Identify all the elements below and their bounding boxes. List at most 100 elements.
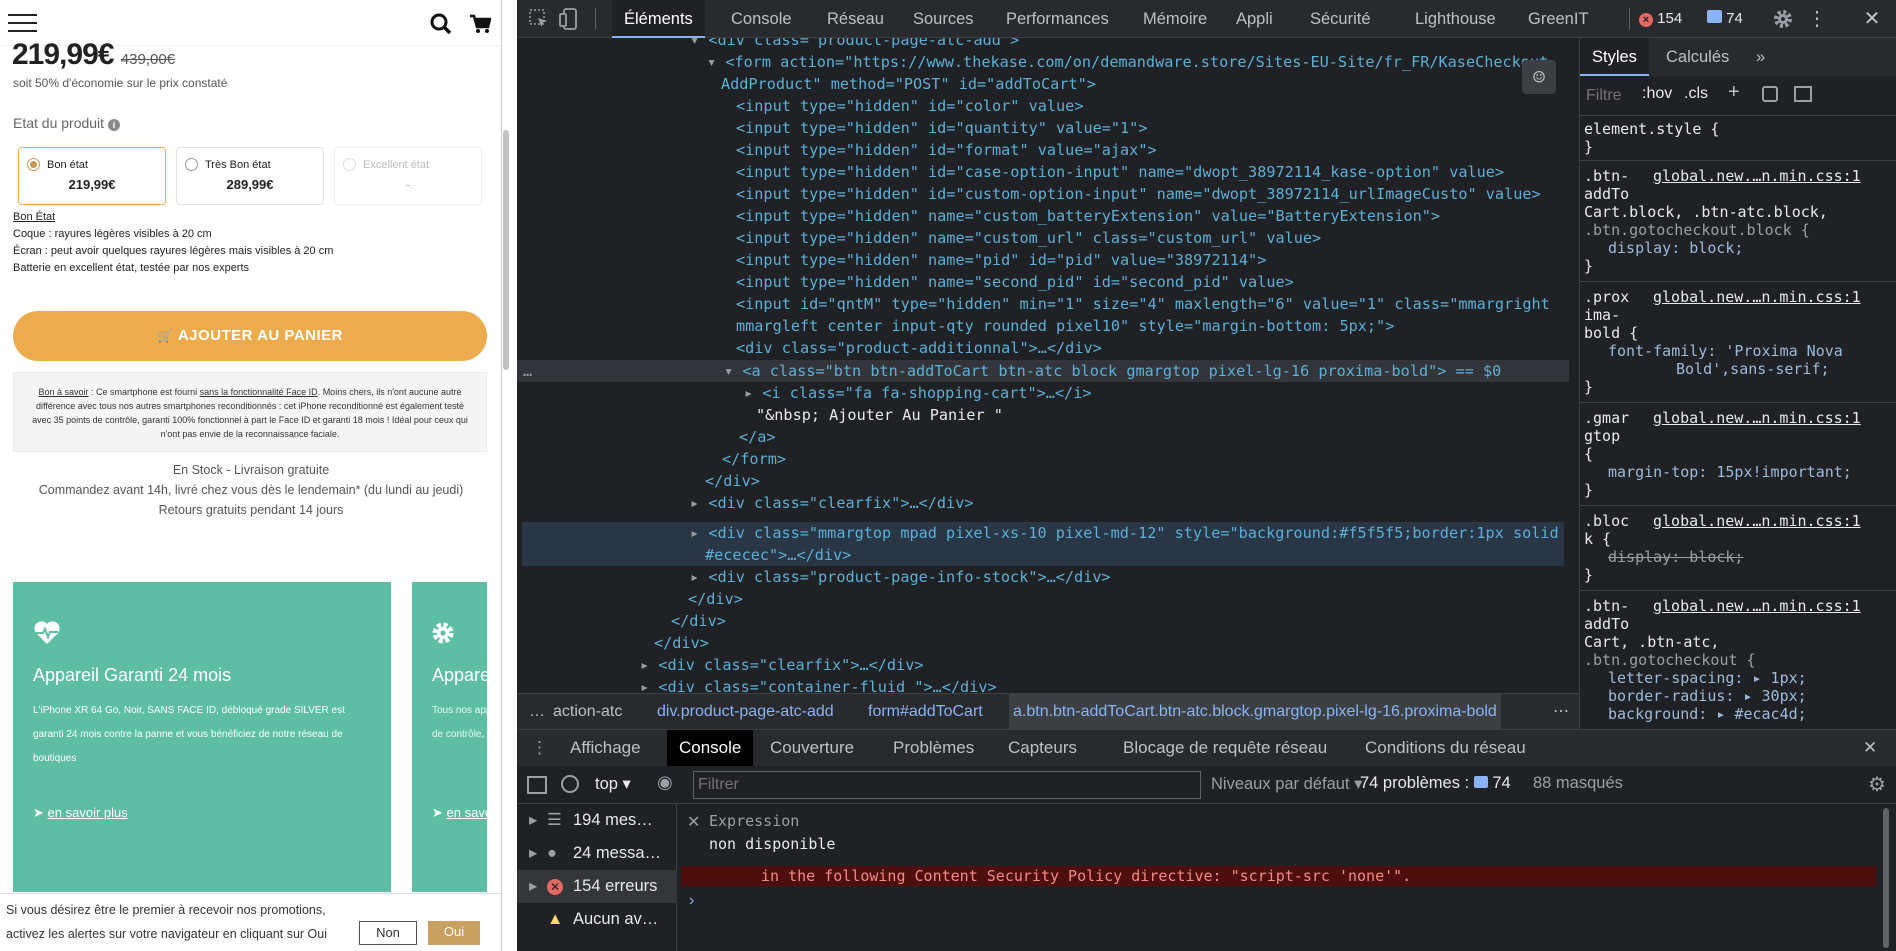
- dom-node[interactable]: <input type="hidden" name="custom_batter…: [736, 205, 1440, 227]
- tab-lighthouse[interactable]: Lighthouse: [1415, 0, 1496, 38]
- drawer-menu-icon[interactable]: ⋮: [531, 730, 548, 766]
- learn-more-link[interactable]: ➤ en savoir plus: [33, 805, 128, 821]
- styles-filter-input[interactable]: [1586, 83, 1636, 109]
- dom-node[interactable]: ▸ <div class="product-page-info-stock">……: [690, 566, 1111, 588]
- toggle-sidebar-icon[interactable]: [1794, 86, 1812, 102]
- drawer-tab-console[interactable]: Console: [667, 730, 754, 766]
- eye-icon[interactable]: ◉: [657, 772, 673, 793]
- add-to-cart-button[interactable]: 🛒 AJOUTER AU PANIER: [13, 311, 487, 361]
- css-rule[interactable]: .btn-global.new.…n.min.css:1 addTo Cart,…: [1584, 597, 1861, 723]
- dom-node[interactable]: ▾ <form action="https://www.thekase.com/…: [707, 51, 1557, 73]
- drawer-tab-coverage[interactable]: Couverture: [770, 730, 854, 766]
- dom-node-selected[interactable]: ▾ <a class="btn btn-addToCart btn-atc bl…: [724, 360, 1501, 382]
- tab-security[interactable]: Sécurité: [1310, 0, 1371, 38]
- tab-styles[interactable]: Styles: [1580, 38, 1649, 76]
- css-rule[interactable]: .gmar global.new.…n.min.css:1 gtop { marg…: [1584, 409, 1861, 499]
- dom-node[interactable]: <input type="hidden" id="color" value>: [736, 95, 1083, 117]
- tab-performance[interactable]: Performances: [1006, 0, 1109, 38]
- clear-console-icon[interactable]: [561, 775, 579, 793]
- console-filter-input[interactable]: [693, 771, 1201, 799]
- more-tabs-icon[interactable]: »: [1756, 38, 1765, 76]
- dom-node[interactable]: ▸ <div class="mmargtop mpad pixel-xs-10 …: [690, 522, 1559, 544]
- dom-node[interactable]: </a>: [739, 426, 776, 448]
- dom-node[interactable]: <input type="hidden" id="format" value="…: [736, 139, 1157, 161]
- dom-node[interactable]: </div>: [688, 588, 743, 610]
- accessibility-icon[interactable]: ☺: [1522, 60, 1556, 94]
- crumb[interactable]: action-atc: [553, 694, 622, 730]
- crumb-selected[interactable]: a.btn.btn-addToCart.btn-atc.block.gmargt…: [1009, 694, 1501, 730]
- hov-toggle[interactable]: :hov: [1642, 85, 1672, 103]
- tab-computed[interactable]: Calculés: [1666, 38, 1729, 76]
- text-node[interactable]: "&nbsp; Ajouter Au Panier ": [756, 404, 1003, 426]
- css-rule[interactable]: .btn-global.new.…n.min.css:1 addTo Cart.…: [1584, 167, 1861, 275]
- add-rule-icon[interactable]: +: [1728, 81, 1740, 104]
- tab-application[interactable]: Appli: [1236, 0, 1273, 38]
- page-scrollbar[interactable]: [503, 130, 509, 370]
- sidebar-item-warnings[interactable]: ▲ Aucun av…: [517, 903, 677, 936]
- crumbs-overflow-icon[interactable]: …: [529, 694, 545, 730]
- close-drawer-icon[interactable]: ✕: [1863, 730, 1877, 766]
- console-scrollbar[interactable]: [1883, 808, 1889, 948]
- drawer-tab-issues[interactable]: Problèmes: [893, 730, 974, 766]
- crumb[interactable]: form#addToCart: [868, 694, 983, 730]
- drawer-tab-rendering[interactable]: Affichage: [570, 730, 641, 766]
- live-expression-label[interactable]: Expression: [709, 812, 799, 830]
- drawer-tab-network-conditions[interactable]: Conditions du réseau: [1365, 730, 1526, 766]
- console-settings-icon[interactable]: ⚙: [1868, 772, 1886, 797]
- tab-memory[interactable]: Mémoire: [1143, 0, 1207, 38]
- sidebar-item-errors[interactable]: ▸ ✕ 154 erreurs: [517, 870, 677, 903]
- issues-counter[interactable]: 74 problèmes : 74: [1360, 774, 1511, 793]
- dom-node[interactable]: ▸ <div class="clearfix">…</div>: [640, 654, 923, 676]
- dom-node[interactable]: AddProduct" method="POST" id="addToCart"…: [721, 73, 1096, 95]
- tab-sources[interactable]: Sources: [913, 0, 974, 38]
- inspect-icon[interactable]: [529, 9, 549, 29]
- dom-node[interactable]: <input id="qntM" type="hidden" min="1" s…: [736, 293, 1550, 315]
- dom-node[interactable]: ▸ <i class="fa fa-shopping-cart">…</i>: [744, 382, 1091, 404]
- css-rule[interactable]: .prox global.new.…n.min.css:1 ima- bold {…: [1584, 288, 1861, 396]
- crumbs-more-icon[interactable]: ⋯: [1553, 694, 1569, 730]
- sidebar-item-user-messages[interactable]: ▸ ● 24 messa…: [517, 837, 677, 870]
- dom-node[interactable]: ▸ <div class="clearfix">…</div>: [690, 492, 973, 514]
- notice-link[interactable]: Bon à savoir: [39, 387, 89, 397]
- cart-icon[interactable]: [469, 13, 491, 35]
- dom-node[interactable]: </div>: [654, 632, 709, 654]
- log-levels-select[interactable]: Niveaux par défaut ▾: [1211, 774, 1362, 794]
- yes-button[interactable]: Oui: [428, 921, 480, 945]
- learn-more-link[interactable]: ➤ en savoir plus: [432, 805, 487, 821]
- search-icon[interactable]: [430, 13, 452, 35]
- face-id-link[interactable]: sans la fonctionnalité Face ID: [200, 387, 318, 397]
- dom-node[interactable]: <input type="hidden" id="custom-option-i…: [736, 183, 1541, 205]
- sidebar-toggle-icon[interactable]: [527, 776, 547, 794]
- more-options-icon[interactable]: ⋮: [1807, 6, 1827, 32]
- error-counter[interactable]: × 154: [1639, 8, 1682, 30]
- css-rule[interactable]: .bloc global.new.…n.min.css:1 k { display…: [1584, 512, 1861, 584]
- tab-console[interactable]: Console: [731, 0, 792, 38]
- option-bon-etat[interactable]: Bon état 219,99€: [18, 147, 166, 205]
- dom-node[interactable]: <input type="hidden" name="second_pid" i…: [736, 271, 1294, 293]
- dom-node[interactable]: <input type="hidden" name="custom_url" c…: [736, 227, 1321, 249]
- remove-expression-icon[interactable]: ✕: [687, 812, 700, 832]
- dom-node[interactable]: <input type="hidden" name="pid" id="pid"…: [736, 249, 1266, 271]
- message-counter[interactable]: 74: [1707, 8, 1743, 30]
- dom-node[interactable]: </div>: [671, 610, 726, 632]
- color-format-icon[interactable]: [1762, 86, 1778, 102]
- cls-toggle[interactable]: .cls: [1684, 85, 1708, 103]
- dom-node[interactable]: <input type="hidden" id="quantity" value…: [736, 117, 1147, 139]
- close-icon[interactable]: ✕: [1862, 6, 1882, 32]
- drawer-tab-sensors[interactable]: Capteurs: [1008, 730, 1077, 766]
- option-excellent-etat[interactable]: Excellent état -: [334, 147, 482, 205]
- device-toggle-icon[interactable]: [559, 8, 581, 30]
- dom-node[interactable]: ▾ <div class="product-page-atc-add">: [690, 38, 1019, 51]
- dom-node[interactable]: </form>: [722, 448, 786, 470]
- console-prompt[interactable]: ›: [689, 892, 694, 910]
- settings-gear-icon[interactable]: [1773, 9, 1793, 29]
- context-select[interactable]: top ▾: [595, 774, 631, 794]
- sidebar-item-messages[interactable]: ▸ ☰ 194 mes…: [517, 804, 677, 837]
- dom-node[interactable]: #ececec">…</div>: [705, 544, 851, 566]
- dom-node[interactable]: mmargleft center input-qty rounded pixel…: [736, 315, 1394, 337]
- tab-elements[interactable]: Éléments: [612, 0, 705, 38]
- dom-node[interactable]: <div class="product-additionnal">…</div>: [736, 337, 1102, 359]
- option-tres-bon-etat[interactable]: Très Bon état 289,99€: [176, 147, 324, 205]
- more-actions-icon[interactable]: …: [523, 360, 532, 382]
- dom-node[interactable]: </div>: [705, 470, 760, 492]
